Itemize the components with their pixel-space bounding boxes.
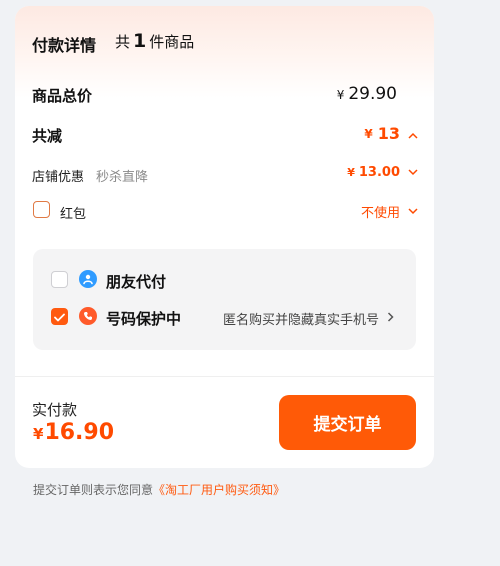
actual-payment-label: 实付款 xyxy=(32,401,78,419)
red-packet-label: 红包 xyxy=(60,207,87,222)
agreement-notice: 提交订单则表示您同意《淘工厂用户购买须知》 xyxy=(33,481,285,498)
total-discount-toggle[interactable]: ¥ 13 xyxy=(364,124,418,143)
shop-discount-amount: 13.00 xyxy=(358,165,400,180)
purchase-terms-link[interactable]: 《淘工厂用户购买须知》 xyxy=(153,483,285,497)
item-count: 共 1 件商品 xyxy=(115,30,194,52)
phone-protect-checkbox[interactable] xyxy=(51,308,68,325)
shop-discount-currency: ¥ xyxy=(347,166,355,179)
phone-protect-icon xyxy=(79,307,97,325)
discount-amount: 13 xyxy=(377,124,400,143)
item-count-number: 1 xyxy=(133,30,147,52)
red-packet-checkbox[interactable] xyxy=(33,201,50,218)
red-packet-selector[interactable]: 不使用 xyxy=(361,202,418,221)
friend-pay-checkbox[interactable] xyxy=(51,271,68,288)
shop-discount-label: 店铺优惠 xyxy=(32,170,85,185)
actual-payment-amount: 16.90 xyxy=(44,420,115,445)
red-packet-value: 不使用 xyxy=(360,206,400,221)
friend-pay-icon xyxy=(79,270,97,288)
actual-payment-value: ¥ 16.90 xyxy=(33,420,114,445)
total-price-value: ¥ 29.90 xyxy=(337,84,397,104)
chevron-down-icon xyxy=(408,165,418,180)
payment-details-title: 付款详情 xyxy=(32,36,97,55)
total-price-label: 商品总价 xyxy=(32,87,93,105)
services-panel: 朋友代付 号码保护中 匿名购买并隐藏真实手机号 xyxy=(33,249,416,350)
chevron-right-icon xyxy=(387,311,394,326)
friend-pay-label: 朋友代付 xyxy=(106,273,167,291)
payment-details-card: 付款详情 共 1 件商品 商品总价 ¥ 29.90 共减 ¥ 13 店铺优惠 秒… xyxy=(15,6,434,468)
phone-protect-description: 匿名购买并隐藏真实手机号 xyxy=(222,313,379,328)
agreement-text: 提交订单则表示您同意 xyxy=(33,483,154,497)
item-count-suffix: 件商品 xyxy=(149,33,195,51)
shop-discount-tag: 秒杀直降 xyxy=(96,170,149,185)
total-price-amount: 29.90 xyxy=(348,84,397,104)
discount-currency: ¥ xyxy=(364,126,373,141)
item-count-prefix: 共 xyxy=(115,33,131,51)
submit-order-button[interactable]: 提交订单 xyxy=(279,395,416,450)
total-price-currency: ¥ xyxy=(336,88,345,102)
phone-protect-link[interactable]: 匿名购买并隐藏真实手机号 xyxy=(223,309,394,328)
actual-payment-currency: ¥ xyxy=(33,425,44,443)
total-discount-label: 共减 xyxy=(32,127,63,145)
chevron-up-icon xyxy=(408,124,418,143)
phone-protect-label: 号码保护中 xyxy=(106,310,182,328)
chevron-down-icon xyxy=(408,204,418,219)
shop-discount-toggle[interactable]: ¥ 13.00 xyxy=(347,165,418,180)
check-icon xyxy=(54,307,65,326)
divider xyxy=(15,376,434,377)
